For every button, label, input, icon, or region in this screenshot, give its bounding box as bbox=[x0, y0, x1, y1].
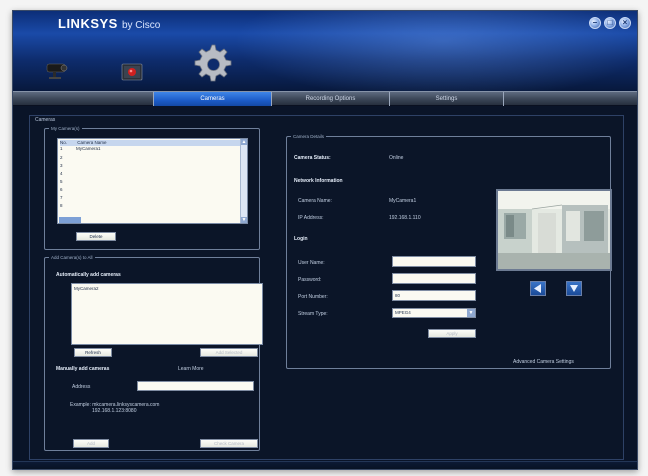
auto-add-heading: Automatically add cameras bbox=[56, 272, 121, 278]
refresh-button[interactable]: Refresh bbox=[74, 348, 112, 357]
camera-row[interactable]: 5 bbox=[60, 179, 240, 185]
add-cameras-legend: Add Camera(s) to All bbox=[51, 255, 93, 260]
camera-status-value: Online bbox=[389, 155, 404, 161]
address-example-line2: 192.168.1.123:8080 bbox=[92, 408, 137, 414]
tab-settings[interactable]: Settings bbox=[389, 92, 503, 106]
settings-gear-icon[interactable] bbox=[187, 39, 237, 89]
scroll-up-icon[interactable]: ▲ bbox=[241, 139, 247, 145]
camera-row[interactable]: 2 bbox=[60, 155, 240, 161]
auto-camera-item[interactable]: MyCamera2 bbox=[74, 286, 254, 292]
tab-divider bbox=[503, 92, 504, 106]
camera-row[interactable]: 8 bbox=[60, 203, 240, 209]
pan-left-button[interactable] bbox=[530, 281, 546, 296]
camera-name-label: Camera Name: bbox=[298, 198, 332, 204]
advanced-settings-link[interactable]: Advanced Camera Settings bbox=[513, 359, 574, 365]
tab-bar: Cameras Recording Options Settings bbox=[13, 91, 637, 106]
brand-logo: LINKSYS by Cisco bbox=[58, 16, 160, 31]
manual-add-heading: Manually add cameras bbox=[56, 366, 110, 372]
camera-row[interactable]: 1 MyCamera1 bbox=[60, 146, 240, 152]
my-cameras-legend: My Camera(s) bbox=[51, 126, 80, 131]
arrow-down-icon bbox=[570, 285, 578, 292]
tab-recording-options[interactable]: Recording Options bbox=[271, 92, 389, 106]
header-glow bbox=[233, 11, 637, 91]
camera-row[interactable]: 6 bbox=[60, 187, 240, 193]
app-window: LINKSYS by Cisco – □ × Cameras Recording… bbox=[12, 10, 638, 470]
ip-address-value: 192.168.1.110 bbox=[389, 215, 421, 221]
list-selection-bar bbox=[59, 217, 81, 223]
minimize-button[interactable]: – bbox=[589, 17, 601, 29]
app-header: LINKSYS by Cisco – □ × bbox=[13, 11, 637, 91]
panel-title: Cameras bbox=[35, 117, 56, 123]
user-name-label: User Name: bbox=[298, 260, 325, 266]
preview-image bbox=[498, 191, 610, 269]
camera-details-legend: Camera Details bbox=[293, 134, 325, 139]
cameras-panel: Cameras My Camera(s) No. Camera Name 1 My… bbox=[29, 115, 624, 460]
stream-type-label: Stream Type: bbox=[298, 311, 328, 317]
camera-row[interactable]: 7 bbox=[60, 195, 240, 201]
app-footer bbox=[13, 461, 637, 469]
camera-list-scrollbar[interactable]: ▲ ▼ bbox=[240, 139, 247, 223]
auto-camera-list[interactable]: MyCamera2 bbox=[71, 283, 263, 345]
chevron-down-icon[interactable]: ▼ bbox=[467, 309, 475, 317]
tab-cameras[interactable]: Cameras bbox=[153, 92, 271, 106]
ip-address-label: IP Address: bbox=[298, 215, 324, 221]
camera-icon[interactable] bbox=[45, 61, 69, 81]
learn-more-link[interactable]: Learn More bbox=[178, 366, 204, 372]
add-selected-button[interactable]: Add Selected bbox=[200, 348, 258, 357]
address-label: Address bbox=[72, 384, 91, 390]
check-camera-button[interactable]: Check Camera bbox=[200, 439, 258, 448]
close-button[interactable]: × bbox=[619, 17, 631, 29]
login-heading: Login bbox=[294, 236, 308, 242]
network-info-heading: Network Information bbox=[294, 178, 343, 184]
apply-button[interactable]: Apply bbox=[428, 329, 476, 338]
camera-preview bbox=[496, 189, 612, 271]
camera-row[interactable]: 3 bbox=[60, 163, 240, 169]
camera-list[interactable]: No. Camera Name 1 MyCamera1 2 3 4 5 6 7 8… bbox=[57, 138, 248, 224]
recording-icon[interactable] bbox=[120, 61, 144, 83]
arrow-left-icon bbox=[534, 284, 541, 293]
port-number-input[interactable]: 80 bbox=[392, 290, 476, 301]
user-name-input[interactable] bbox=[392, 256, 476, 267]
delete-button[interactable]: Delete bbox=[76, 232, 116, 241]
password-label: Password: bbox=[298, 277, 322, 283]
camera-name-value: MyCamera1 bbox=[389, 198, 417, 204]
stream-type-value: MPEG4 bbox=[395, 310, 411, 315]
port-number-label: Port Number: bbox=[298, 294, 328, 300]
add-button[interactable]: Add bbox=[73, 439, 109, 448]
camera-row[interactable]: 4 bbox=[60, 171, 240, 177]
stream-type-select[interactable]: MPEG4 ▼ bbox=[392, 308, 476, 318]
password-input[interactable] bbox=[392, 273, 476, 284]
brand-suffix: by Cisco bbox=[121, 20, 161, 31]
scroll-down-icon[interactable]: ▼ bbox=[241, 217, 247, 223]
address-input[interactable] bbox=[137, 381, 254, 391]
pan-down-button[interactable] bbox=[566, 281, 582, 296]
maximize-button[interactable]: □ bbox=[604, 17, 616, 29]
brand-name: LINKSYS bbox=[58, 16, 118, 31]
camera-status-label: Camera Status: bbox=[294, 155, 331, 161]
